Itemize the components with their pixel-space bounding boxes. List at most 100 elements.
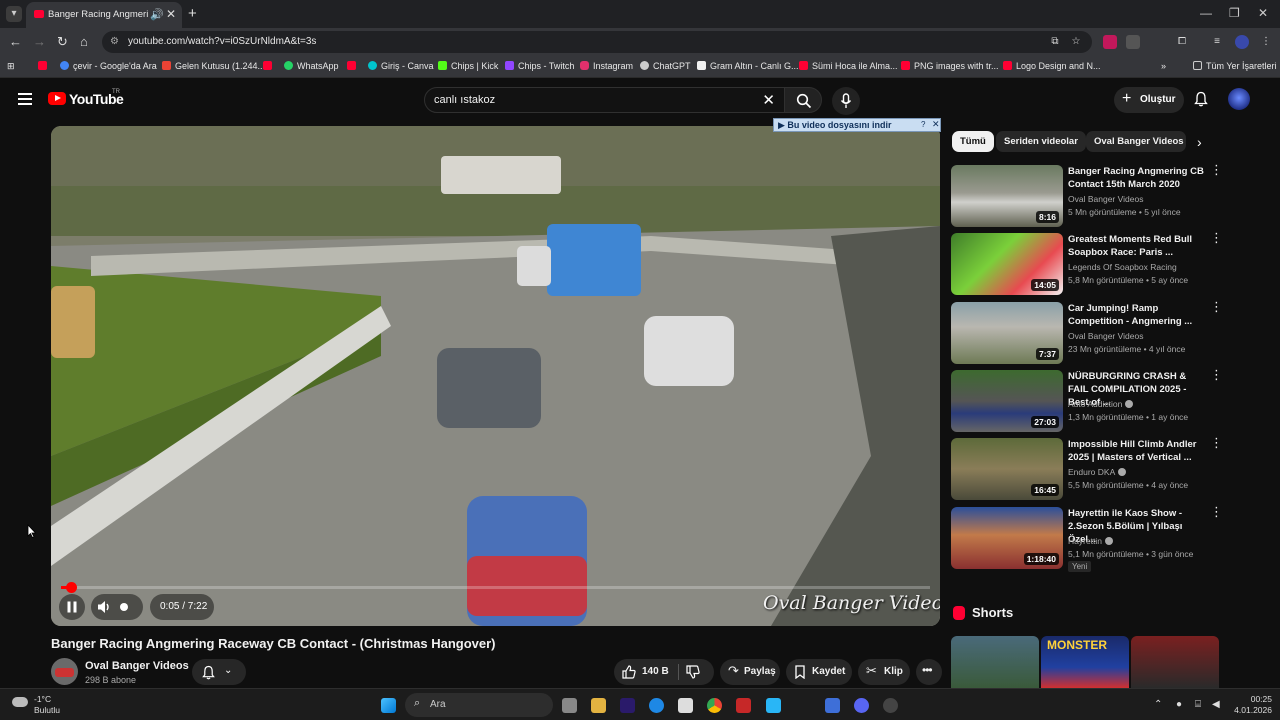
- video-thumbnail[interactable]: 8:16: [951, 165, 1063, 227]
- bookmarks-overflow-icon[interactable]: »: [1161, 61, 1166, 71]
- app-icon[interactable]: [883, 698, 898, 713]
- mic-tray-icon[interactable]: ●: [1176, 699, 1182, 710]
- app-icon[interactable]: [825, 698, 840, 713]
- youtube-logo-icon[interactable]: [48, 92, 66, 105]
- recommendation-item[interactable]: 1:18:40 Hayrettin ile Kaos Show - 2.Sezo…: [951, 505, 1223, 572]
- extension-icon[interactable]: [1103, 35, 1117, 49]
- apps-grid-icon[interactable]: ⊞: [7, 61, 15, 72]
- discord-icon[interactable]: [854, 698, 869, 713]
- notifications-bell-icon[interactable]: [1194, 91, 1208, 107]
- volume-control[interactable]: [91, 594, 143, 620]
- bookmark-star-icon[interactable]: ☆: [1069, 35, 1083, 49]
- bookmark-item[interactable]: Giriş - Canva: [368, 61, 434, 71]
- minimize-icon[interactable]: —: [1200, 6, 1212, 20]
- home-icon[interactable]: ⌂: [80, 34, 88, 49]
- scrubber-handle[interactable]: [65, 582, 77, 593]
- download-help-icon[interactable]: ?: [921, 120, 925, 129]
- maximize-icon[interactable]: ❐: [1229, 6, 1240, 20]
- more-vertical-icon[interactable]: ⋮: [1210, 505, 1223, 518]
- extension-icon[interactable]: [1126, 35, 1140, 49]
- more-vertical-icon[interactable]: ⋮: [1210, 163, 1223, 176]
- more-vertical-icon[interactable]: ⋮: [1210, 300, 1223, 313]
- download-video-bar[interactable]: ▶ Bu video dosyasını indir ? ✕: [773, 118, 941, 132]
- bookmark-item[interactable]: Instagram: [580, 61, 633, 71]
- bookmark-youtube[interactable]: [263, 61, 276, 71]
- window-close-icon[interactable]: ✕: [1258, 6, 1268, 20]
- hamburger-menu-icon[interactable]: [18, 93, 32, 105]
- account-avatar[interactable]: [1228, 88, 1250, 110]
- reload-icon[interactable]: ↻: [57, 34, 68, 50]
- tray-overflow-icon[interactable]: ⌃: [1154, 699, 1162, 710]
- video-thumbnail[interactable]: 14:05: [951, 233, 1063, 295]
- network-icon[interactable]: ⌸: [1195, 699, 1201, 710]
- tab-close-icon[interactable]: ✕: [166, 7, 176, 21]
- video-thumbnail[interactable]: 1:18:40: [951, 507, 1063, 569]
- like-button[interactable]: 140 B: [614, 659, 678, 685]
- app-icon[interactable]: [766, 698, 781, 713]
- recommendation-item[interactable]: 27:03 NÜRBURGRING CRASH & FAIL COMPILATI…: [951, 368, 1223, 432]
- bookmark-youtube[interactable]: [347, 61, 360, 71]
- download-close-icon[interactable]: ✕: [932, 119, 940, 130]
- thumbs-down-icon[interactable]: [686, 665, 700, 679]
- voice-search-button[interactable]: [832, 87, 860, 115]
- recommendation-item[interactable]: 14:05 Greatest Moments Red Bull Soapbox …: [951, 231, 1223, 295]
- url-bar[interactable]: ⚙ youtube.com/watch?v=i0SzUrNldmA&t=3s: [102, 31, 1092, 53]
- new-tab-icon[interactable]: +: [188, 5, 197, 22]
- recommendation-item[interactable]: 8:16 Banger Racing Angmering CB Contact …: [951, 163, 1223, 227]
- chrome-icon[interactable]: [707, 698, 722, 713]
- install-app-icon[interactable]: ⧉: [1048, 35, 1062, 49]
- short-thumbnail[interactable]: MONSTER: [1041, 636, 1129, 688]
- more-actions-button[interactable]: •••: [916, 659, 942, 685]
- tab-search-button[interactable]: ▾: [6, 6, 22, 22]
- chip-all[interactable]: Tümü: [952, 131, 994, 152]
- extensions-puzzle-icon[interactable]: ⧠: [1175, 35, 1189, 49]
- taskbar-search[interactable]: ⌕ Ara: [405, 693, 553, 717]
- chevron-right-icon[interactable]: ›: [1197, 134, 1202, 150]
- bookmark-item[interactable]: ChatGPT: [640, 61, 691, 71]
- more-vertical-icon[interactable]: ⋮: [1210, 436, 1223, 449]
- volume-tray-icon[interactable]: ◀: [1212, 699, 1220, 710]
- bookmark-item[interactable]: Logo Design and N...: [1003, 61, 1101, 71]
- bookmark-item[interactable]: Gelen Kutusu (1.244...: [162, 61, 265, 71]
- forward-icon[interactable]: →: [33, 34, 46, 49]
- bookmark-youtube[interactable]: [38, 61, 51, 71]
- video-thumbnail[interactable]: 16:45: [951, 438, 1063, 500]
- site-info-icon[interactable]: ⚙: [110, 36, 119, 47]
- file-explorer-icon[interactable]: [591, 698, 606, 713]
- windows-start-icon[interactable]: [381, 698, 396, 713]
- bookmark-item[interactable]: Chips | Kick: [438, 61, 498, 71]
- back-icon[interactable]: ←: [9, 34, 22, 49]
- more-vertical-icon[interactable]: ⋮: [1210, 368, 1223, 381]
- create-button[interactable]: + Oluştur: [1114, 87, 1184, 113]
- recommendation-item[interactable]: 16:45 Impossible Hill Climb Andler 2025 …: [951, 436, 1223, 500]
- video-thumbnail[interactable]: 27:03: [951, 370, 1063, 432]
- search-button[interactable]: [784, 87, 822, 113]
- speaker-icon[interactable]: 🔊: [150, 8, 164, 21]
- recommendation-item[interactable]: 7:37 Car Jumping! Ramp Competition - Ang…: [951, 300, 1223, 364]
- reading-list-icon[interactable]: ≡: [1210, 35, 1224, 49]
- app-icon[interactable]: [736, 698, 751, 713]
- share-button[interactable]: ↷ Paylaş: [720, 659, 780, 685]
- bookmark-item[interactable]: çevir - Google'da Ara: [60, 61, 157, 71]
- taskbar-clock[interactable]: 00:25 4.01.2026: [1234, 694, 1272, 716]
- download-label[interactable]: ▶ Bu video dosyasını indir: [778, 120, 891, 131]
- channel-avatar[interactable]: [51, 658, 78, 685]
- short-thumbnail[interactable]: [1131, 636, 1219, 688]
- short-thumbnail[interactable]: [951, 636, 1039, 688]
- task-view-icon[interactable]: [562, 698, 577, 713]
- more-vertical-icon[interactable]: ⋮: [1210, 231, 1223, 244]
- browser-tab[interactable]: Banger Racing Angmering 🔊 ✕: [26, 2, 182, 28]
- store-icon[interactable]: [678, 698, 693, 713]
- menu-dots-icon[interactable]: ⋮: [1259, 35, 1273, 49]
- bookmark-item[interactable]: Chips - Twitch: [505, 61, 574, 71]
- all-bookmarks-folder[interactable]: Tüm Yer İşaretleri: [1193, 61, 1277, 71]
- clear-search-icon[interactable]: ✕: [762, 91, 775, 109]
- progress-bar[interactable]: [61, 582, 930, 593]
- subscription-bell-button[interactable]: ⌄: [192, 659, 246, 685]
- video-player[interactable]: 0:05 / 7:22 Oval Banger Videos: [51, 126, 940, 626]
- bookmark-item[interactable]: Sümi Hoca ile Alma...: [799, 61, 898, 71]
- profile-icon[interactable]: [1235, 35, 1249, 49]
- clip-button[interactable]: ✂ Klip: [858, 659, 910, 685]
- premiere-icon[interactable]: [620, 698, 635, 713]
- search-input[interactable]: canlı ıstakoz ✕: [424, 87, 786, 113]
